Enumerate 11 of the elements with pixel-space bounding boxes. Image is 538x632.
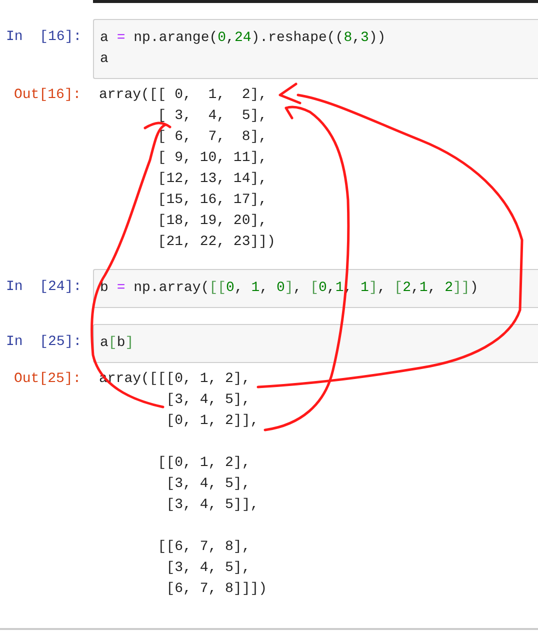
code-line: a = np.arange(0,24).reshape((8,3))	[100, 29, 387, 48]
output-prompt: Out[25]:	[13, 370, 82, 389]
output-text: array([[ 0, 1, 2], [ 3, 4, 5], [ 6, 7, 8], [ 9, 10, 11], [12, 13, 14], [15, 16, 17], [18, 19, 20], [21, 22, 23]])	[98, 86, 276, 252]
code-cell[interactable]: a = np.arange(0,24).reshape((8,3)) a	[93, 19, 538, 79]
code-line: a	[100, 50, 110, 69]
input-prompt: In [25]:	[5, 333, 83, 352]
input-prompt: In [24]:	[5, 278, 83, 297]
output-prompt: Out[16]:	[13, 86, 82, 105]
code-line: a[b]	[100, 334, 135, 353]
input-prompt: In [16]:	[5, 28, 83, 47]
code-cell[interactable]: a[b]	[93, 324, 538, 363]
